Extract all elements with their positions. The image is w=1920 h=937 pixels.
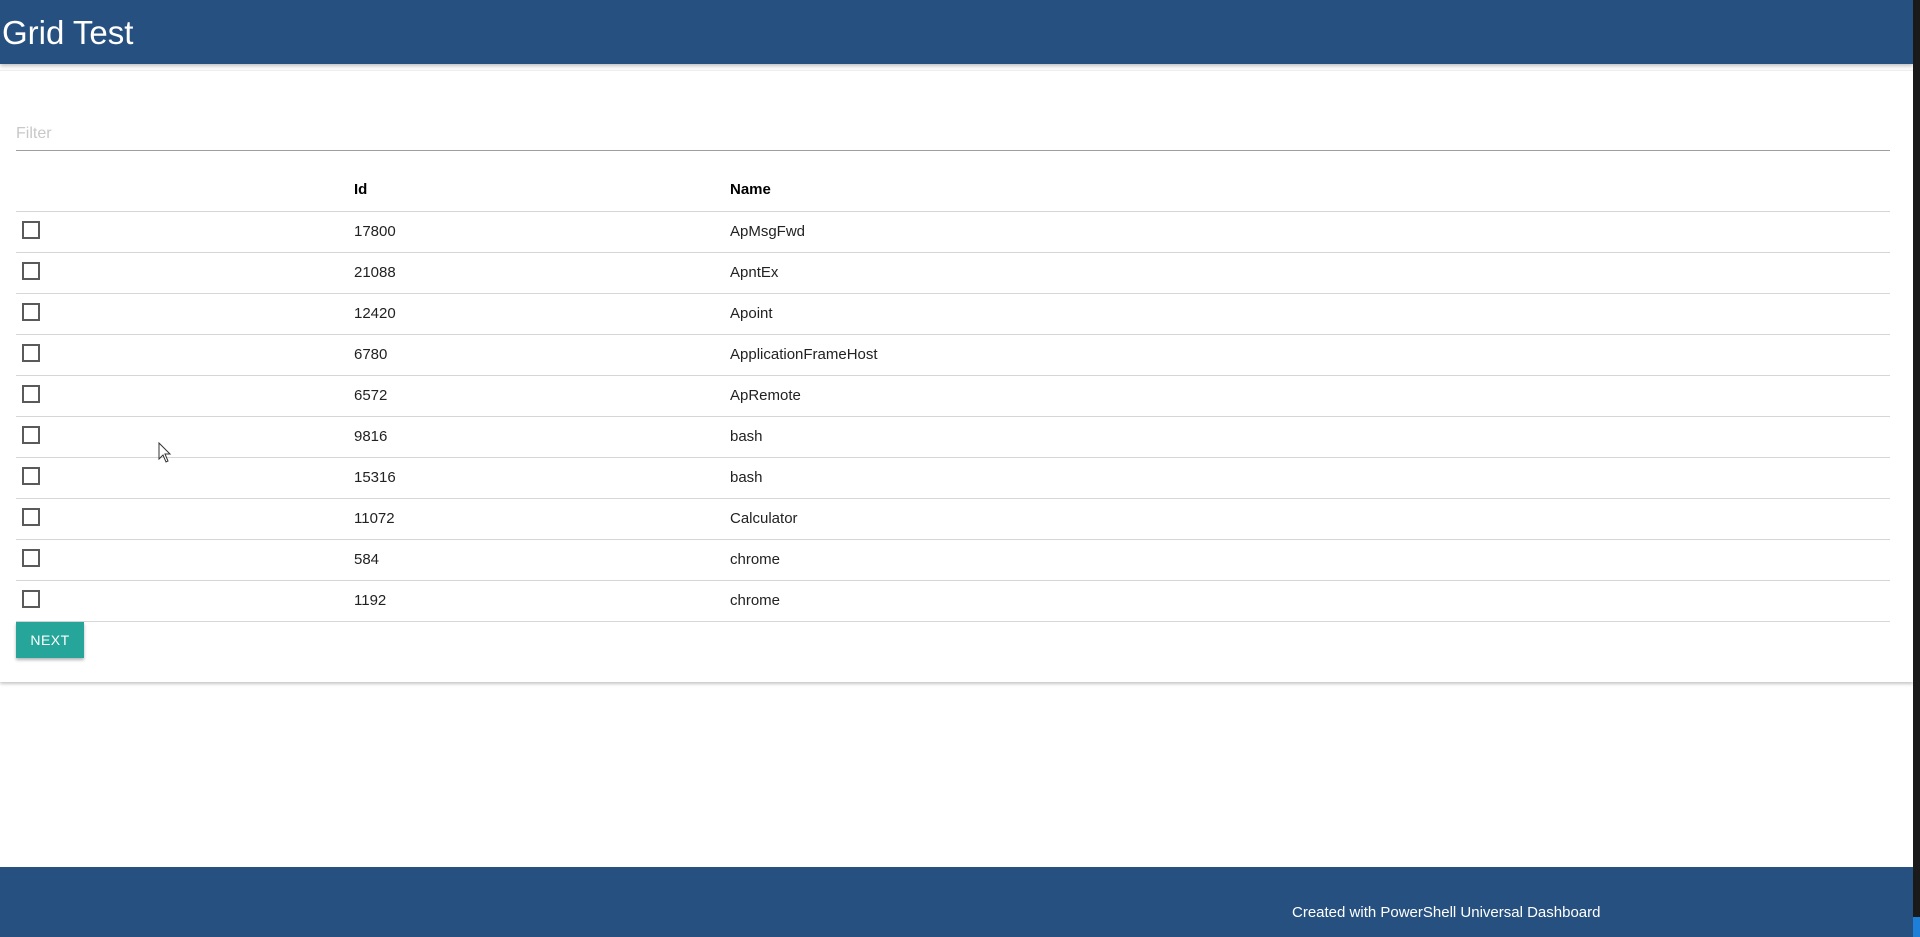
table-row: 21088 ApntEx (16, 252, 1890, 294)
column-header-name[interactable]: Name (730, 169, 1890, 212)
cell-id: 17800 (354, 211, 730, 253)
cell-name: Calculator (730, 498, 1890, 540)
grid-card: Id Name 17800 ApMsgFwd 21088 ApntEx 1242… (0, 70, 1913, 682)
row-checkbox[interactable] (22, 590, 40, 609)
cell-id: 12420 (354, 293, 730, 335)
cell-name: ApntEx (730, 252, 1890, 294)
table-row: 11072 Calculator (16, 498, 1890, 540)
cell-name: ApplicationFrameHost (730, 334, 1890, 376)
footer-credit: Created with PowerShell Universal Dashbo… (1292, 904, 1601, 921)
row-checkbox[interactable] (22, 221, 40, 240)
row-checkbox[interactable] (22, 426, 40, 445)
cell-id: 6780 (354, 334, 730, 376)
cell-id: 15316 (354, 457, 730, 499)
row-checkbox[interactable] (22, 385, 40, 404)
window-edge-accent (1913, 917, 1920, 937)
cell-id: 9816 (354, 416, 730, 458)
row-checkbox[interactable] (22, 262, 40, 281)
app-header: Grid Test (0, 0, 1913, 64)
window-edge (1913, 0, 1920, 937)
cell-name: ApRemote (730, 375, 1890, 417)
cell-id: 584 (354, 539, 730, 581)
table-row: 584 chrome (16, 539, 1890, 581)
filter-input[interactable] (16, 117, 1890, 151)
table-row: 15316 bash (16, 457, 1890, 499)
row-checkbox[interactable] (22, 303, 40, 322)
table-row: 12420 Apoint (16, 293, 1890, 335)
row-checkbox[interactable] (22, 344, 40, 363)
cell-id: 1192 (354, 580, 730, 622)
column-header-id[interactable]: Id (354, 169, 730, 212)
column-header-select (16, 169, 354, 212)
row-checkbox[interactable] (22, 549, 40, 568)
row-checkbox[interactable] (22, 467, 40, 486)
mouse-pointer-icon (158, 442, 172, 463)
cell-name: chrome (730, 580, 1890, 622)
table-row: 17800 ApMsgFwd (16, 211, 1890, 253)
cell-id: 6572 (354, 375, 730, 417)
table-row: 9816 bash (16, 416, 1890, 458)
cell-id: 21088 (354, 252, 730, 294)
next-button[interactable]: NEXT (16, 622, 84, 658)
page-title: Grid Test (2, 14, 134, 51)
table-row: 6780 ApplicationFrameHost (16, 334, 1890, 376)
grid-header-row: Id Name (16, 169, 1890, 212)
cell-name: chrome (730, 539, 1890, 581)
cell-name: ApMsgFwd (730, 211, 1890, 253)
cell-name: bash (730, 416, 1890, 458)
cell-name: bash (730, 457, 1890, 499)
data-grid: Id Name 17800 ApMsgFwd 21088 ApntEx 1242… (16, 169, 1890, 622)
row-checkbox[interactable] (22, 508, 40, 527)
table-row: 6572 ApRemote (16, 375, 1890, 417)
footer: Created with PowerShell Universal Dashbo… (0, 867, 1913, 937)
cell-id: 11072 (354, 498, 730, 540)
table-row: 1192 chrome (16, 580, 1890, 622)
cell-name: Apoint (730, 293, 1890, 335)
